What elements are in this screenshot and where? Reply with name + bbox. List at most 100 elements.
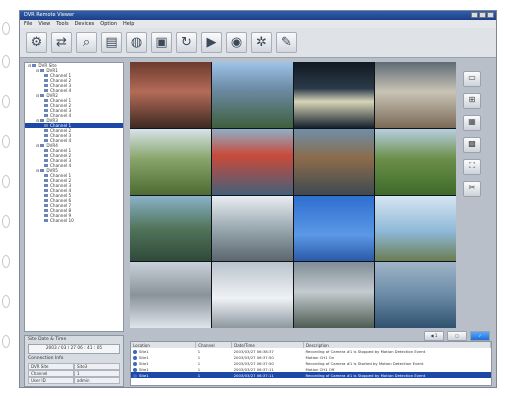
info-panel: Site Date & Time 2003 / 03 / 27 06 : 41 … [24,335,124,387]
layout-9-button[interactable]: ▦ [463,115,481,131]
layout-4-button[interactable]: ⊞ [463,93,481,109]
binder-hole [2,255,10,268]
window-controls [471,12,494,18]
layout-16-icon: ▩ [468,139,476,148]
tools-button[interactable]: ✎ [276,32,297,53]
info-value: 1 [74,370,120,377]
menu-item-devices[interactable]: Devices [75,20,95,28]
camera-node-icon [44,139,48,142]
camera-view-7[interactable] [293,128,375,195]
expand-icon[interactable]: ⊟ [36,143,39,148]
settings-button[interactable]: ✲ [251,32,272,53]
expand-icon[interactable]: ⊟ [36,93,39,98]
menu-item-view[interactable]: View [38,20,50,28]
playback-icon: ▶ [206,35,217,50]
expand-icon[interactable]: ⊟ [36,118,39,123]
close-button[interactable] [487,12,494,18]
camera-node-icon [44,154,48,157]
menu-item-option[interactable]: Option [100,20,117,28]
info-key: Channel [28,370,74,377]
camera-node-icon [44,124,48,127]
camera-view-3[interactable] [293,62,375,128]
binder-hole [2,95,10,108]
camera-view-8[interactable] [375,128,456,195]
layout-4-icon: ⊞ [468,95,476,104]
camera-view-11[interactable] [293,195,375,262]
camera-view-15[interactable] [293,262,375,328]
dvr-node-icon [40,169,45,172]
search-button[interactable]: ⌕ [76,32,97,53]
camera-view-5[interactable] [130,128,211,195]
camera-node-icon [44,109,48,112]
camera-node-icon [44,184,48,187]
binder-hole [2,335,10,348]
binder-hole [2,135,10,148]
event-icon [133,349,137,354]
camera-node-icon [44,174,48,177]
layout-1-button[interactable]: ▭ [463,71,481,87]
globe-button[interactable]: ◍ [126,32,147,53]
camera-node-icon [44,219,48,222]
log-row[interactable]: Site1 1 2003/03/27 06:37:11 Recording of Ca… [131,372,491,378]
event-icon [133,361,137,366]
camera-node-icon [44,129,48,132]
camera-view-4[interactable] [375,62,456,128]
connect-button[interactable]: ⚙ [26,32,47,53]
camera-node-icon [44,159,48,162]
log-cell: 2003/03/27 06:37:11 [231,372,304,378]
camera-view-9[interactable] [130,195,211,262]
expand-icon[interactable]: ⊟ [36,168,39,173]
site-tree[interactable]: ⊟ DVR Site ⊟ DVR1 Channel 1 Channel 2 Channel … [24,62,124,332]
network-button[interactable]: ⇄ [51,32,72,53]
camera-grid [130,62,456,328]
tree-channel-item[interactable]: Channel 10 [25,218,123,223]
camera-view-1[interactable] [130,62,211,128]
window-title: DVR Remote Viewer [24,12,75,18]
camera-node-icon [44,79,48,82]
dvr-node-icon [32,64,37,67]
globe-icon: ◍ [130,35,143,50]
menu-item-file[interactable]: File [24,20,32,28]
menu-item-help[interactable]: Help [123,20,134,28]
refresh-button[interactable]: ↻ [176,32,197,53]
toolbar: ⚙ ⇄ ⌕ ▤ ◍ ▣ ↻ ▶ ◉ ✲ ✎ [20,28,496,58]
snapshot-button[interactable]: ✂ [463,181,481,197]
minimize-button[interactable] [471,12,478,18]
camera-node-icon [44,194,48,197]
expand-icon[interactable]: ⊟ [28,63,31,68]
playback-button[interactable]: ▶ [201,32,222,53]
search-icon: ⌕ [82,35,91,50]
camera-view-13[interactable] [130,262,211,328]
camera-view-16[interactable] [375,262,456,328]
next-button[interactable]: ▢ [447,331,467,341]
snapshot-icon: ✂ [468,183,476,192]
expand-icon[interactable]: ⊟ [36,68,39,73]
dvr-node-icon [40,94,45,97]
camera-view-10[interactable] [211,195,293,262]
camera-view-6[interactable] [211,128,293,195]
camera-view-14[interactable] [211,262,293,328]
menu-bar: File View Tools Devices Option Help [20,20,496,28]
tools-icon: ✎ [281,35,292,50]
dvr-node-icon [40,119,45,122]
tree-item-label: Channel 10 [50,218,74,223]
info-key: User ID [28,377,74,384]
camera-node-icon [44,214,48,217]
camera-view-2[interactable] [211,62,293,128]
binder-hole [2,295,10,308]
layout-1-icon: ▭ [468,73,476,82]
maximize-button[interactable] [479,12,486,18]
document-button[interactable]: ▤ [101,32,122,53]
save-button[interactable]: ▣ [151,32,172,53]
prev-button[interactable]: ◀ 1 [424,331,444,341]
apply-button[interactable]: ✓ [470,331,490,341]
dvr-node-icon [40,69,45,72]
menu-item-tools[interactable]: Tools [56,20,68,28]
camera-node-icon [44,89,48,92]
layout-16-button[interactable]: ▩ [463,137,481,153]
camera-node-icon [44,164,48,167]
camera-button[interactable]: ◉ [226,32,247,53]
fullscreen-button[interactable]: ⛶ [463,159,481,175]
camera-node-icon [44,179,48,182]
camera-view-12[interactable] [375,195,456,262]
